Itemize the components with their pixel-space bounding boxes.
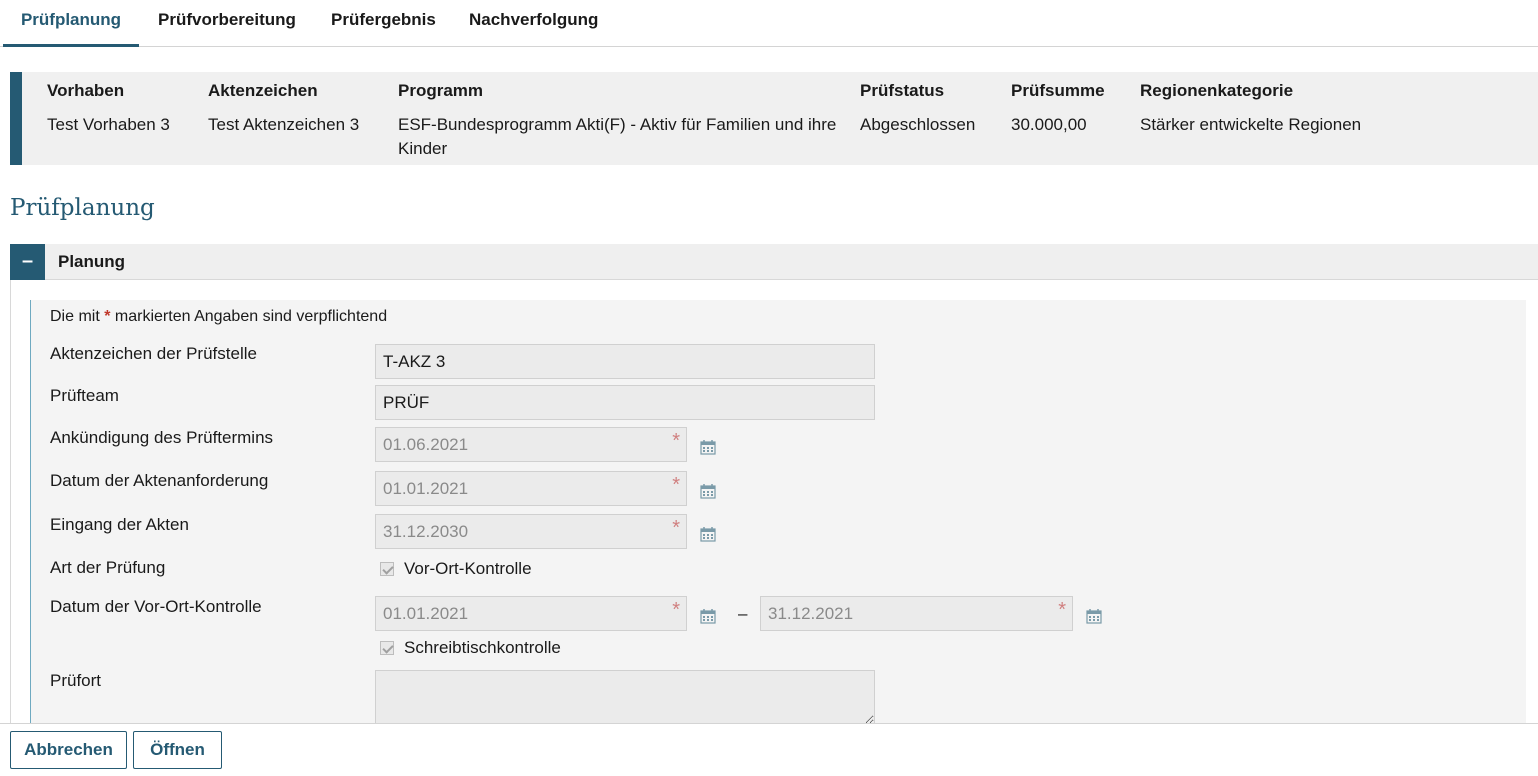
required-star-icon: * xyxy=(672,430,680,452)
label-aktenanforderung: Datum der Aktenanforderung xyxy=(50,471,269,490)
vor-ort-kontrolle-checkbox[interactable]: Vor-Ort-Kontrolle xyxy=(380,559,532,579)
footer-bar: Abbrechen Öffnen xyxy=(0,723,1538,776)
page-title: Prüfplanung xyxy=(10,195,155,221)
required-note: Die mit * markierten Angaben sind verpfl… xyxy=(50,308,387,326)
calendar-icon[interactable] xyxy=(1086,608,1102,624)
summary-header: Regionenkategorie xyxy=(1140,81,1294,100)
required-star-icon: * xyxy=(672,599,680,621)
panel-title: Planung xyxy=(58,252,126,271)
summary-header: Prüfstatus xyxy=(860,81,945,100)
pruefteam-input[interactable]: PRÜF xyxy=(375,385,875,420)
vor-ort-from-date-input[interactable]: 01.01.2021 * xyxy=(375,596,687,631)
calendar-icon[interactable] xyxy=(700,526,716,542)
summary-value: Test Vorhaben 3 xyxy=(47,115,170,134)
calendar-icon[interactable] xyxy=(700,483,716,499)
calendar-icon[interactable] xyxy=(700,608,716,624)
tab-bar: Prüfplanung Prüfvorbereitung Prüfergebni… xyxy=(0,0,1538,47)
required-note-prefix: Die mit xyxy=(50,308,100,325)
aktenzeichen-pruefstelle-input[interactable]: T-AKZ 3 xyxy=(375,344,875,379)
required-star-icon: * xyxy=(672,474,680,496)
pruefort-textarea[interactable] xyxy=(375,670,875,725)
vor-ort-from-value: 01.01.2021 xyxy=(383,604,469,623)
required-note-suffix: markierten Angaben sind verpflichtend xyxy=(114,308,388,325)
label-aktenzeichen-pruefstelle: Aktenzeichen der Prüfstelle xyxy=(50,344,257,363)
date-range-separator: – xyxy=(738,604,748,623)
summary-header: Prüfsumme xyxy=(1011,81,1105,100)
required-star-icon: * xyxy=(104,308,111,325)
aktenanforderung-date-input[interactable]: 01.01.2021 * xyxy=(375,471,687,506)
summary-header: Aktenzeichen xyxy=(208,81,318,100)
required-star-icon: * xyxy=(672,517,680,539)
schreibtischkontrolle-label: Schreibtischkontrolle xyxy=(404,638,561,657)
label-pruefort: Prüfort xyxy=(50,671,102,690)
summary-header: Vorhaben xyxy=(47,81,125,100)
vor-ort-to-date-input[interactable]: 31.12.2021 * xyxy=(760,596,1073,631)
summary-value: Stärker entwickelte Regionen xyxy=(1140,115,1362,134)
tab-nachverfolgung[interactable]: Nachverfolgung xyxy=(469,0,598,47)
open-button[interactable]: Öffnen xyxy=(133,731,222,769)
aktenanforderung-date-value: 01.01.2021 xyxy=(383,479,469,498)
summary-header: Programm xyxy=(398,81,484,100)
summary-value: 30.000,00 xyxy=(1011,115,1087,134)
label-prueffteam: Prüfteam xyxy=(50,386,119,405)
vor-ort-to-value: 31.12.2021 xyxy=(768,604,854,623)
label-eingang-akten: Eingang der Akten xyxy=(50,515,189,534)
checkbox-checked-icon xyxy=(380,641,394,655)
vor-ort-kontrolle-label: Vor-Ort-Kontrolle xyxy=(404,559,532,578)
ankuendigung-date-value: 01.06.2021 xyxy=(383,435,469,454)
summary-value: ESF-Bundesprogramm Akti(F) - Aktiv für F… xyxy=(398,115,837,158)
tab-pruefplanung[interactable]: Prüfplanung xyxy=(3,0,139,47)
required-star-icon: * xyxy=(1058,599,1066,621)
summary-value: Abgeschlossen xyxy=(860,115,976,134)
tab-pruefvorbereitung[interactable]: Prüfvorbereitung xyxy=(158,0,296,47)
eingang-akten-date-input[interactable]: 31.12.2030 * xyxy=(375,514,687,549)
schreibtischkontrolle-checkbox[interactable]: Schreibtischkontrolle xyxy=(380,638,561,658)
eingang-akten-date-value: 31.12.2030 xyxy=(383,522,469,541)
project-summary: Vorhaben Test Vorhaben 3 Aktenzeichen Te… xyxy=(10,72,1538,165)
collapse-toggle-button[interactable]: – xyxy=(10,244,45,280)
label-datum-vor-ort: Datum der Vor-Ort-Kontrolle xyxy=(50,597,262,616)
tab-pruefergebnis[interactable]: Prüfergebnis xyxy=(331,0,436,47)
ankuendigung-date-input[interactable]: 01.06.2021 * xyxy=(375,427,687,462)
label-ankuendigung: Ankündigung des Prüftermins xyxy=(50,428,274,447)
summary-value: Test Aktenzeichen 3 xyxy=(208,115,360,134)
cancel-button[interactable]: Abbrechen xyxy=(10,731,127,769)
label-art-pruefung: Art der Prüfung xyxy=(50,558,166,577)
calendar-icon[interactable] xyxy=(700,439,716,455)
panel-header-planung[interactable]: – Planung xyxy=(10,244,1538,280)
checkbox-checked-icon xyxy=(380,562,394,576)
